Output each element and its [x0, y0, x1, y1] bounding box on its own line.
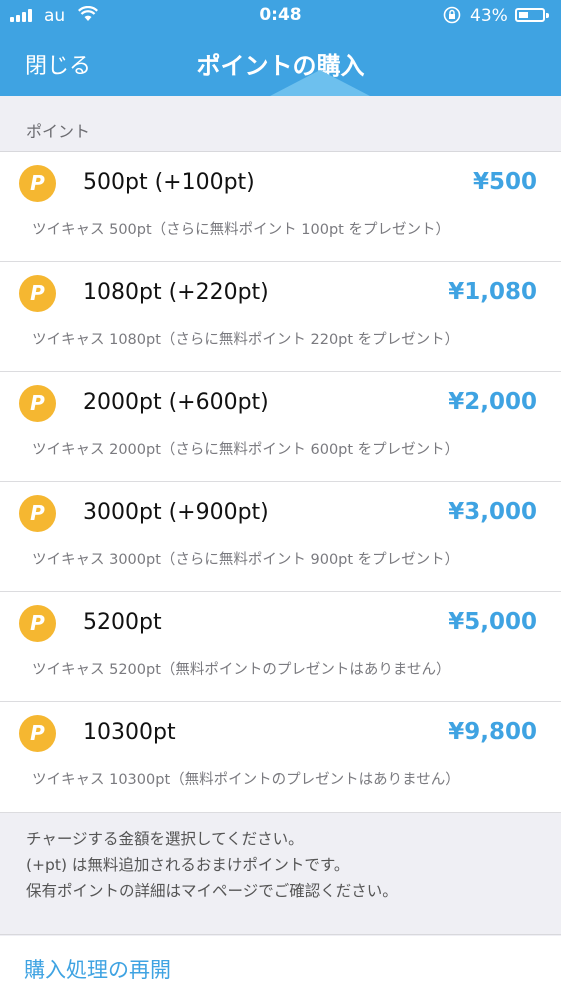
product-description: ツイキャス 2000pt（さらに無料ポイント 600pt をプレゼント）: [32, 442, 460, 458]
product-name: 3000pt (+900pt): [83, 500, 269, 525]
rotation-lock-icon: [443, 6, 461, 24]
product-price: ¥2,000: [448, 389, 537, 415]
product-row[interactable]: P 2000pt (+600pt) ¥2,000 ツイキャス 2000pt（さらに無料…: [0, 372, 561, 482]
product-name: 10300pt: [83, 720, 176, 745]
product-description: ツイキャス 10300pt（無料ポイントのプレゼントはありません）: [32, 772, 460, 788]
product-row[interactable]: P 10300pt ¥9,800 ツイキャス 10300pt（無料ポイントのプレゼント…: [0, 702, 561, 813]
point-coin-icon: P: [19, 385, 56, 422]
product-name: 5200pt: [83, 610, 162, 635]
resume-purchase-row[interactable]: 購入処理の再開: [0, 936, 561, 999]
product-name: 2000pt (+600pt): [83, 390, 269, 415]
note-line: チャージする金額を選択してください。: [26, 830, 304, 848]
product-price: ¥500: [472, 169, 537, 195]
product-price: ¥3,000: [448, 499, 537, 525]
point-coin-icon: P: [19, 715, 56, 752]
note-line: (+pt) は無料追加されるおまけポイントです。: [26, 856, 350, 874]
note-line: 保有ポイントの詳細はマイページでご確認ください。: [26, 882, 398, 900]
product-price: ¥9,800: [448, 719, 537, 745]
product-list: P 500pt (+100pt) ¥500 ツイキャス 500pt（さらに無料ポイント…: [0, 152, 561, 813]
product-price: ¥1,080: [448, 279, 537, 305]
point-coin-icon: P: [19, 165, 56, 202]
status-bar: au 0:48 43%: [0, 0, 561, 32]
product-description: ツイキャス 1080pt（さらに無料ポイント 220pt をプレゼント）: [32, 332, 460, 348]
product-price: ¥5,000: [448, 609, 537, 635]
battery-icon: [515, 8, 545, 22]
section-header: ポイント: [0, 96, 561, 152]
product-description: ツイキャス 5200pt（無料ポイントのプレゼントはありません）: [32, 662, 451, 678]
point-coin-icon: P: [19, 495, 56, 532]
product-row[interactable]: P 5200pt ¥5,000 ツイキャス 5200pt（無料ポイントのプレゼントはあ…: [0, 592, 561, 702]
product-row[interactable]: P 1080pt (+220pt) ¥1,080 ツイキャス 1080pt（さらに無料…: [0, 262, 561, 372]
product-name: 1080pt (+220pt): [83, 280, 269, 305]
point-coin-icon: P: [19, 275, 56, 312]
product-row[interactable]: P 500pt (+100pt) ¥500 ツイキャス 500pt（さらに無料ポイント…: [0, 152, 561, 262]
resume-purchase-link[interactable]: 購入処理の再開: [24, 954, 171, 984]
battery-tip: [546, 13, 549, 18]
product-description: ツイキャス 3000pt（さらに無料ポイント 900pt をプレゼント）: [32, 552, 460, 568]
nav-indicator: [270, 70, 370, 96]
battery-percent: 43%: [470, 6, 508, 26]
product-name: 500pt (+100pt): [83, 170, 255, 195]
navigation-bar: 閉じる ポイントの購入: [0, 32, 561, 96]
product-row[interactable]: P 3000pt (+900pt) ¥3,000 ツイキャス 3000pt（さらに無料…: [0, 482, 561, 592]
point-coin-icon: P: [19, 605, 56, 642]
section-header-label: ポイント: [26, 122, 91, 141]
notes-section: チャージする金額を選択してください。 (+pt) は無料追加されるおまけポイント…: [0, 815, 561, 935]
product-description: ツイキャス 500pt（さらに無料ポイント 100pt をプレゼント）: [32, 222, 450, 238]
